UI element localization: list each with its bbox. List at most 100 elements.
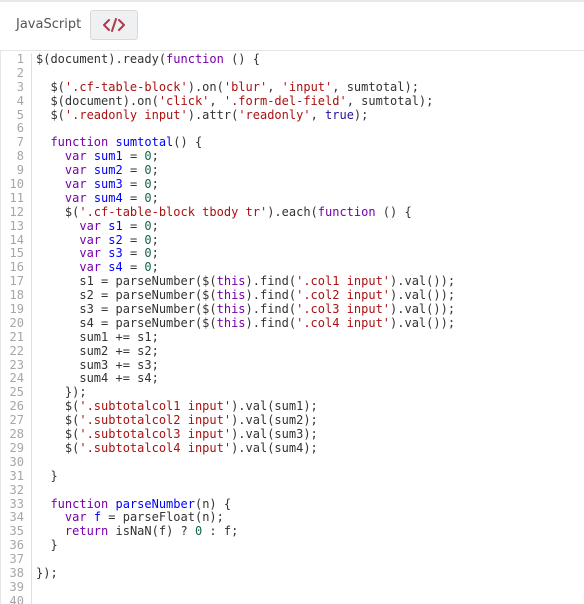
code-line: 2 xyxy=(6,66,584,81)
line-number: 38 xyxy=(6,566,32,581)
code-text: $('.cf-table-block').on('blur', 'input',… xyxy=(36,79,419,94)
code-line: 12 $('.cf-table-block tbody tr').each(fu… xyxy=(6,205,584,220)
code-text: return isNaN(f) ? 0 : f; xyxy=(64,524,239,539)
code-line: 10 var sum3 = 0; xyxy=(6,177,584,192)
code-text: var sum2 = 0; xyxy=(64,163,159,178)
line-number: 17 xyxy=(6,274,32,290)
code-line: 4 $(document).on('click', '.form-del-fie… xyxy=(6,93,584,109)
code-text: sum2 += s2; xyxy=(36,343,159,358)
line-number: 8 xyxy=(6,149,32,165)
code-text: sum3 += s3; xyxy=(36,357,159,372)
code-line: 33 function parseNumber(n) { xyxy=(6,496,584,512)
language-label: JavaScript xyxy=(16,17,82,32)
code-text: s1 = parseNumber($(this).find('.col1 inp… xyxy=(36,274,456,289)
code-line: 5 $('.readonly input').attr('readonly', … xyxy=(6,107,584,123)
code-text: var sum3 = 0; xyxy=(64,177,159,192)
line-number: 22 xyxy=(6,344,32,359)
code-text: $('.readonly input').attr('readonly', tr… xyxy=(36,107,369,122)
line-number: 31 xyxy=(6,469,32,484)
code-text: s4 = parseNumber($(this).find('.col4 inp… xyxy=(36,315,456,330)
code-text: } xyxy=(36,538,58,553)
code-line: 20 s4 = parseNumber($(this).find('.col4 … xyxy=(6,315,584,331)
line-number: 28 xyxy=(6,427,32,442)
code-text: $('.subtotalcol4 input').val(sum4); xyxy=(36,440,318,455)
code-line: 28 $('.subtotalcol3 input').val(sum3); xyxy=(6,427,584,442)
line-number: 24 xyxy=(6,372,32,387)
code-line: 36 } xyxy=(6,538,584,554)
code-line: 15 var s3 = 0; xyxy=(6,246,584,262)
line-number: 39 xyxy=(6,580,32,595)
code-line: 9 var sum2 = 0; xyxy=(6,163,584,179)
code-text: sum1 += s1; xyxy=(36,329,159,344)
code-line: 19 s3 = parseNumber($(this).find('.col3 … xyxy=(6,302,584,317)
line-number: 26 xyxy=(6,399,32,415)
code-line: 1 $(document).ready(function () { xyxy=(6,53,584,67)
code-text: s2 = parseNumber($(this).find('.col2 inp… xyxy=(36,288,456,303)
line-number: 14 xyxy=(6,233,32,248)
code-line: 6 xyxy=(6,122,584,137)
code-line: 32 xyxy=(6,483,584,498)
line-number: 29 xyxy=(6,441,32,456)
code-line: 37 xyxy=(6,552,584,567)
line-number: 2 xyxy=(6,66,32,81)
line-number: 3 xyxy=(6,80,32,95)
line-number: 21 xyxy=(6,330,32,345)
line-number: 18 xyxy=(6,288,32,304)
line-number: 37 xyxy=(6,552,32,567)
toolbar-divider xyxy=(0,0,584,2)
line-number: 5 xyxy=(6,108,32,123)
code-line: 14 var s2 = 0; xyxy=(6,232,584,248)
code-text: var s1 = 0; xyxy=(79,218,159,233)
code-text: var s4 = 0; xyxy=(79,260,159,275)
line-number: 25 xyxy=(6,385,32,401)
code-line: 25 }); xyxy=(6,385,584,401)
line-number: 9 xyxy=(6,163,32,179)
code-text: var s3 = 0; xyxy=(79,246,159,261)
line-number: 1 xyxy=(6,53,32,67)
code-line: 35 return isNaN(f) ? 0 : f; xyxy=(6,524,584,540)
code-text: function parseNumber(n) { xyxy=(50,496,232,511)
line-number: 13 xyxy=(6,219,32,234)
line-number: 40 xyxy=(6,594,32,604)
code-line: 38}); xyxy=(6,566,584,581)
code-line: 21 sum1 += s1; xyxy=(6,329,584,345)
line-number: 12 xyxy=(6,205,32,220)
code-line: 22 sum2 += s2; xyxy=(6,343,584,359)
code-text: $('.subtotalcol1 input').val(sum1); xyxy=(36,399,318,414)
code-text: $(document).ready(function () { xyxy=(36,53,260,66)
code-text: $(document).on('click', '.form-del-field… xyxy=(36,93,434,108)
code-line: 39 xyxy=(6,580,584,595)
code-text: var sum1 = 0; xyxy=(64,149,159,164)
code-text: s3 = parseNumber($(this).find('.col3 inp… xyxy=(36,302,456,317)
code-line: 24 sum4 += s4; xyxy=(6,372,584,387)
code-line: 16 var s4 = 0; xyxy=(6,260,584,276)
code-line: 17 s1 = parseNumber($(this).find('.col1 … xyxy=(6,274,584,290)
line-number: 36 xyxy=(6,538,32,554)
line-number: 4 xyxy=(6,94,32,109)
code-line: 30 xyxy=(6,455,584,470)
code-line: 11 var sum4 = 0; xyxy=(6,190,584,206)
code-view-toggle-button[interactable] xyxy=(90,10,138,40)
line-number: 10 xyxy=(6,177,32,192)
code-line: 34 var f = parseFloat(n); xyxy=(6,510,584,526)
code-text: $('.subtotalcol3 input').val(sum3); xyxy=(36,427,318,442)
code-line: 3 $('.cf-table-block').on('blur', 'input… xyxy=(6,79,584,95)
line-number: 19 xyxy=(6,302,32,317)
code-line: 18 s2 = parseNumber($(this).find('.col2 … xyxy=(6,288,584,304)
line-number: 35 xyxy=(6,524,32,540)
code-text: var f = parseFloat(n); xyxy=(64,510,224,525)
line-number: 30 xyxy=(6,455,32,470)
code-text: var s2 = 0; xyxy=(79,232,159,247)
code-line: 27 $('.subtotalcol2 input').val(sum2); xyxy=(6,413,584,429)
line-number: 16 xyxy=(6,260,32,276)
line-number: 23 xyxy=(6,358,32,373)
code-brackets-icon xyxy=(103,18,125,32)
line-number: 6 xyxy=(6,122,32,137)
code-text: var sum4 = 0; xyxy=(64,190,159,205)
code-editor[interactable]: 1 $(document).ready(function () { 2 3 $('.c… xyxy=(6,53,584,604)
